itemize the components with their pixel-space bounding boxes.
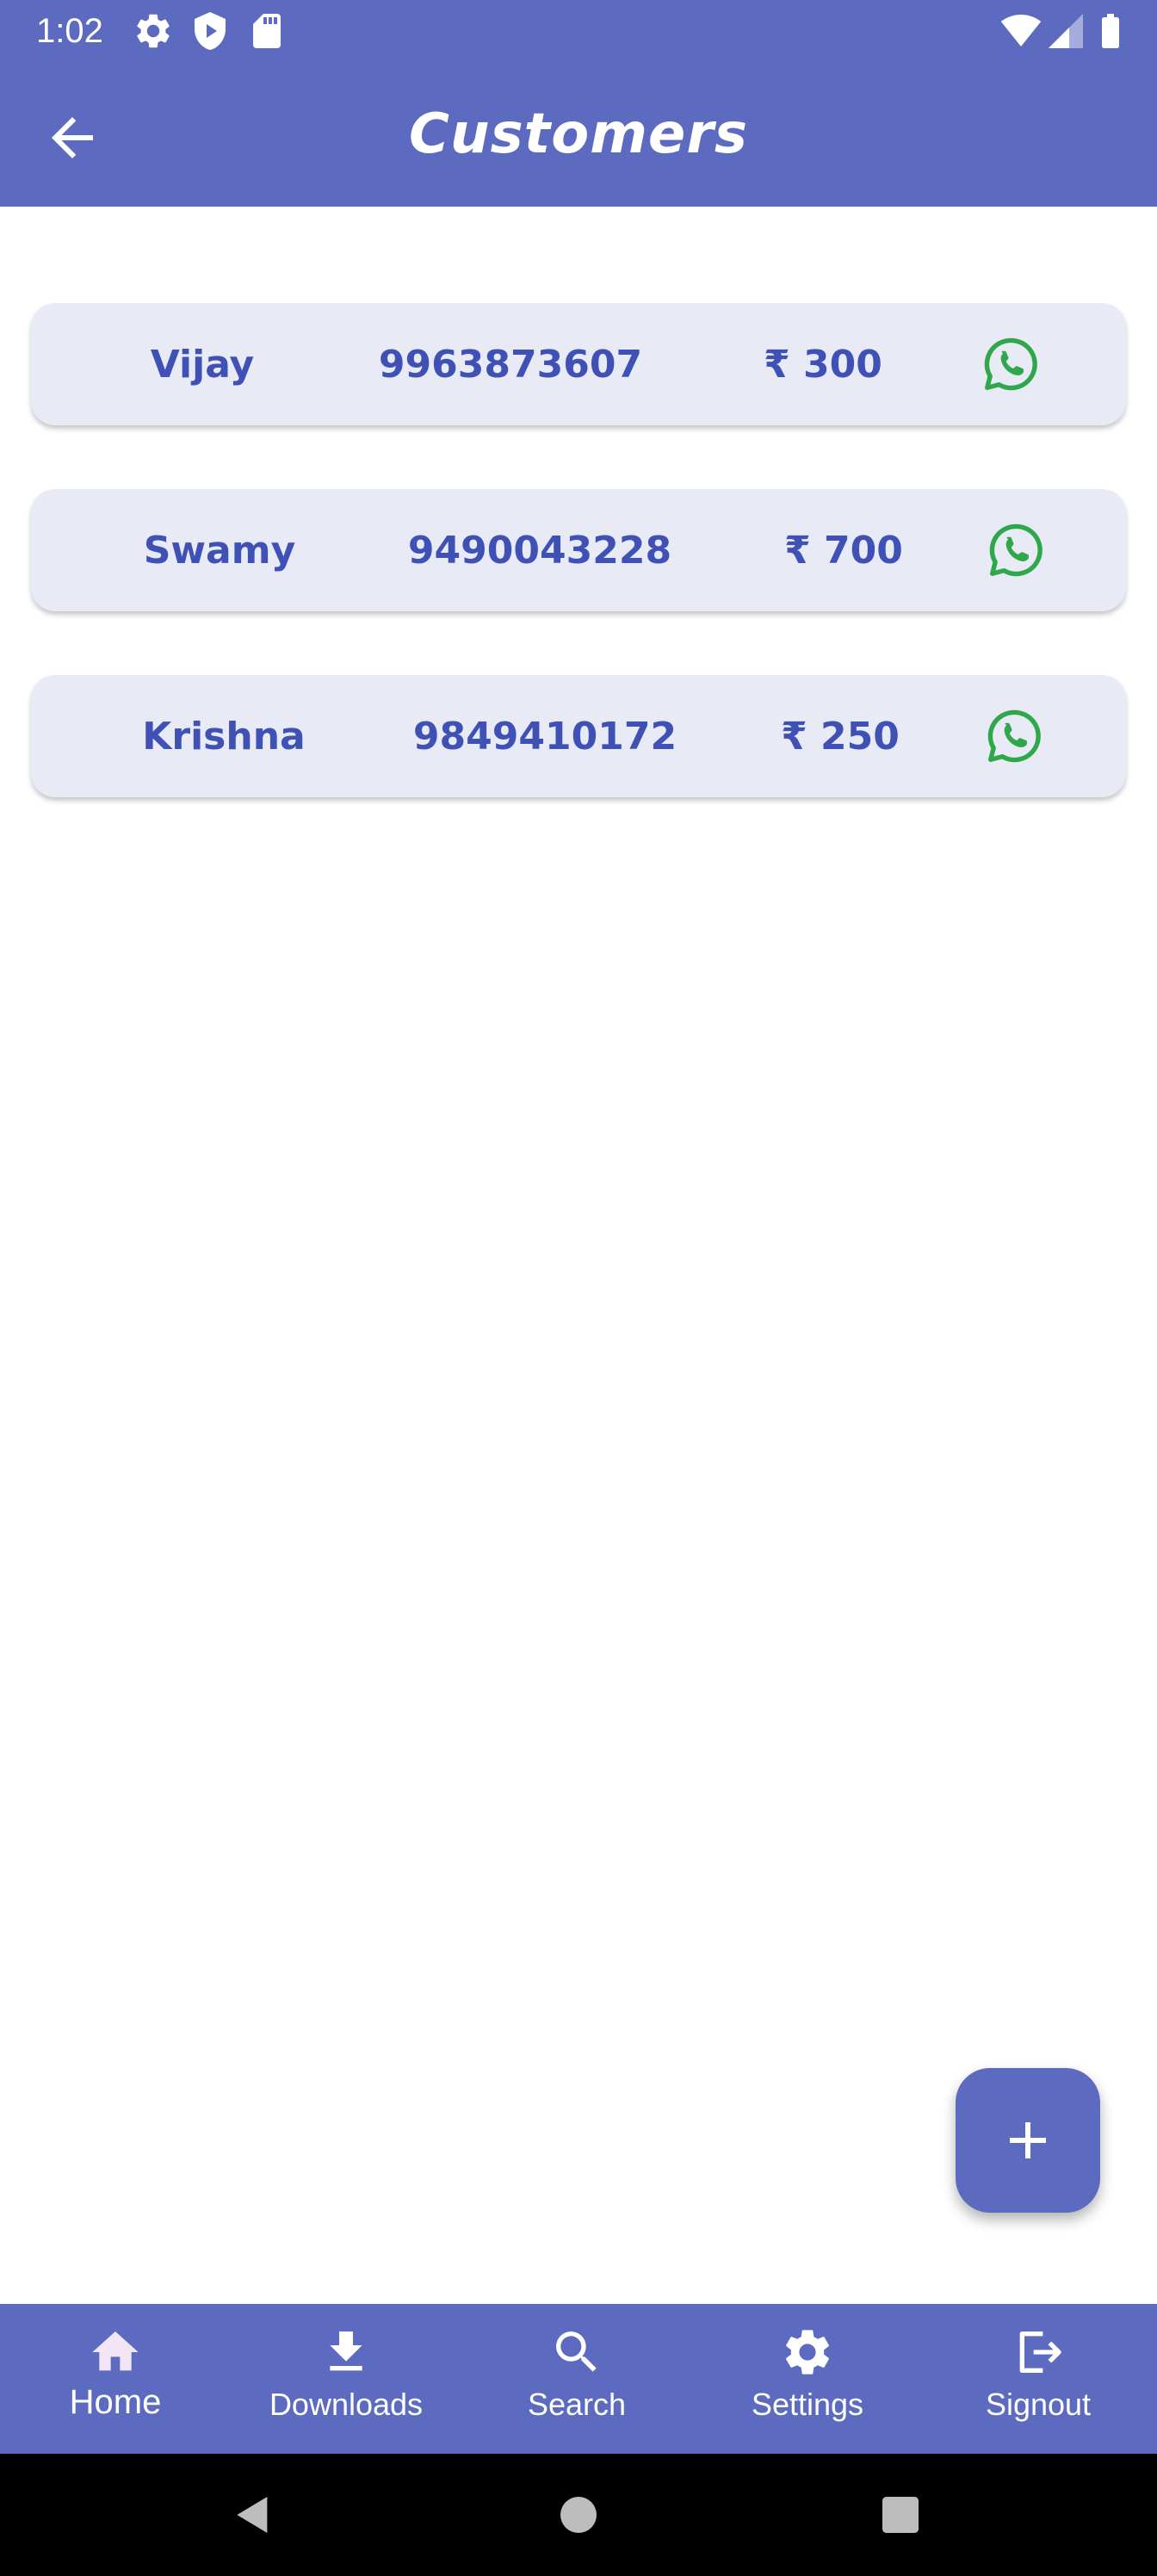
add-customer-button[interactable]: [956, 2068, 1100, 2213]
page-title: Customers: [409, 102, 748, 166]
cellular-signal-icon: [1049, 14, 1083, 48]
customer-phone: 9849410172: [412, 714, 677, 759]
customer-card-swamy[interactable]: Swamy 9490043228 ₹ 700: [31, 489, 1126, 611]
status-bar: 1:02: [0, 0, 1157, 62]
nav-search-label: Search: [527, 2387, 627, 2422]
status-time: 1:02: [36, 12, 103, 50]
customer-name: Krishna: [142, 714, 306, 759]
gear-icon: [137, 14, 170, 48]
circle-home-icon: [560, 2497, 597, 2533]
customer-amount: ₹ 700: [784, 528, 903, 573]
nav-settings-label: Settings: [751, 2387, 864, 2422]
plus-icon: [1010, 2122, 1046, 2158]
bottom-navigation: Home Downloads Search Settings Signout: [0, 2304, 1157, 2454]
customer-amount: ₹ 300: [764, 342, 882, 387]
customer-name: Vijay: [150, 342, 255, 387]
square-recents-icon: [882, 2497, 919, 2533]
nav-settings[interactable]: Settings: [692, 2304, 923, 2454]
system-home-button[interactable]: [548, 2484, 609, 2546]
system-navigation-bar: [0, 2454, 1157, 2576]
customer-phone: 9963873607: [378, 342, 643, 387]
search-icon: [556, 2331, 597, 2372]
nav-home[interactable]: Home: [0, 2304, 231, 2454]
gear-icon: [786, 2330, 829, 2375]
customer-phone: 9490043228: [407, 528, 672, 573]
whatsapp-icon[interactable]: [983, 705, 1045, 767]
download-icon: [330, 2331, 362, 2371]
customer-card-krishna[interactable]: Krishna 9849410172 ₹ 250: [31, 675, 1126, 797]
whatsapp-icon[interactable]: [980, 333, 1042, 395]
battery-icon: [1102, 14, 1119, 48]
system-recents-button[interactable]: [869, 2484, 931, 2546]
whatsapp-icon[interactable]: [985, 519, 1047, 581]
nav-home-label: Home: [69, 2383, 162, 2421]
triangle-back-icon: [237, 2497, 268, 2533]
nav-signout[interactable]: Signout: [923, 2304, 1154, 2454]
customer-amount: ₹ 250: [781, 714, 900, 759]
logout-icon: [1019, 2331, 1061, 2373]
customer-card-vijay[interactable]: Vijay 9963873607 ₹ 300: [31, 303, 1126, 425]
shield-icon: [195, 12, 226, 50]
nav-search[interactable]: Search: [461, 2304, 692, 2454]
customer-name: Swamy: [143, 528, 296, 573]
nav-downloads[interactable]: Downloads: [231, 2304, 461, 2454]
app-bar: Customers: [0, 62, 1157, 207]
nav-signout-label: Signout: [985, 2387, 1092, 2422]
wifi-icon: [1000, 15, 1042, 46]
system-back-button[interactable]: [222, 2484, 284, 2546]
home-icon: [92, 2331, 139, 2371]
sd-card-icon: [253, 14, 281, 48]
nav-downloads-label: Downloads: [269, 2387, 424, 2422]
